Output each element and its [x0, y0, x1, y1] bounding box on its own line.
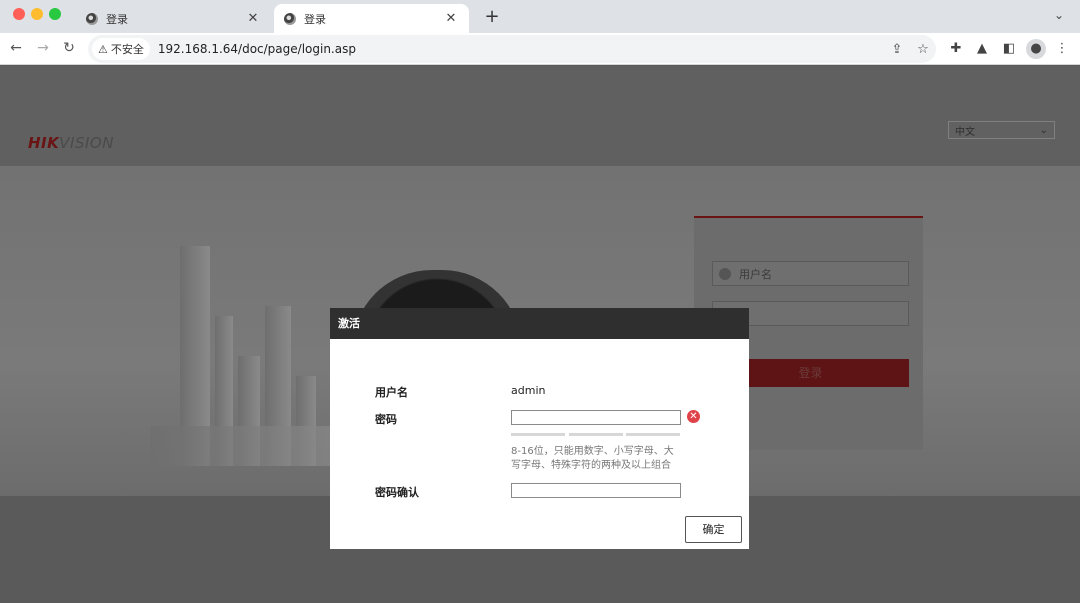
security-label: 不安全 — [110, 43, 144, 56]
hikvision-logo: HIKVISION — [28, 134, 114, 152]
password-label: 密码 — [375, 413, 397, 426]
back-arrow-icon[interactable]: ← — [6, 38, 26, 58]
strength-bar-3 — [626, 433, 680, 436]
strength-bar-1 — [511, 433, 565, 436]
side-panel-icon[interactable]: ◧ — [999, 39, 1019, 59]
confirm-password-label: 密码确认 — [375, 486, 419, 499]
confirm-password-field[interactable] — [511, 483, 681, 498]
username-input[interactable]: 用户名 — [712, 261, 909, 286]
address-bar[interactable]: ⚠ 不安全 192.168.1.64/doc/page/login.asp ⇪ … — [88, 35, 936, 63]
city-skyline-image — [150, 236, 340, 466]
activation-dialog: 激活 用户名 admin 密码 ✕ 8-16位，只能用数字、小写字母、大写字母、… — [330, 308, 749, 549]
browser-tab-1[interactable]: 登录 ✕ — [76, 4, 271, 33]
profile-avatar-icon[interactable]: ● — [1026, 39, 1046, 59]
security-chip[interactable]: ⚠ 不安全 — [92, 38, 150, 60]
menu-kebab-icon[interactable]: ⋮ — [1052, 39, 1072, 59]
username-placeholder: 用户名 — [739, 267, 772, 281]
username-value: admin — [511, 384, 546, 397]
new-tab-button[interactable]: + — [482, 6, 502, 27]
warning-icon: ⚠ — [98, 42, 108, 56]
chevron-down-icon: ⌄ — [1039, 124, 1048, 136]
forward-arrow-icon[interactable]: → — [33, 38, 53, 58]
browser-tab-bar: 登录 ✕ 登录 ✕ + ⌄ — [0, 0, 1080, 33]
close-icon[interactable]: ✕ — [443, 11, 459, 26]
window-zoom-button[interactable] — [49, 8, 61, 20]
extension-icon[interactable]: ▲ — [972, 39, 992, 59]
window-close-button[interactable] — [13, 8, 25, 20]
confirm-button[interactable]: 确定 — [685, 516, 742, 543]
strength-bar-2 — [569, 433, 623, 436]
language-value: 中文 — [955, 126, 975, 138]
user-icon — [719, 267, 731, 280]
camera-favicon-icon — [86, 12, 98, 25]
clear-error-icon[interactable]: ✕ — [687, 410, 700, 423]
header-band — [0, 66, 1080, 166]
camera-favicon-icon — [284, 12, 296, 25]
username-label: 用户名 — [375, 386, 408, 399]
browser-tab-2[interactable]: 登录 ✕ — [274, 4, 469, 33]
url-text[interactable]: 192.168.1.64/doc/page/login.asp — [158, 42, 884, 56]
extensions-puzzle-icon[interactable]: ✚ — [946, 39, 966, 59]
browser-toolbar: ← → ↻ ⚠ 不安全 192.168.1.64/doc/page/login.… — [0, 33, 1080, 65]
bookmark-star-icon[interactable]: ☆ — [910, 42, 936, 57]
dialog-title: 激活 — [330, 308, 749, 339]
close-icon[interactable]: ✕ — [245, 11, 261, 26]
password-field[interactable] — [511, 410, 681, 425]
window-minimize-button[interactable] — [31, 8, 43, 20]
share-icon[interactable]: ⇪ — [884, 42, 910, 57]
tab-title: 登录 — [106, 12, 128, 26]
tab-title: 登录 — [304, 12, 326, 26]
reload-icon[interactable]: ↻ — [59, 38, 79, 58]
tab-search-button[interactable]: ⌄ — [1054, 8, 1064, 22]
language-select[interactable]: 中文 ⌄ — [948, 121, 1055, 139]
password-hint: 8-16位，只能用数字、小写字母、大写字母、特殊字符的两种及以上组合 — [511, 446, 674, 471]
